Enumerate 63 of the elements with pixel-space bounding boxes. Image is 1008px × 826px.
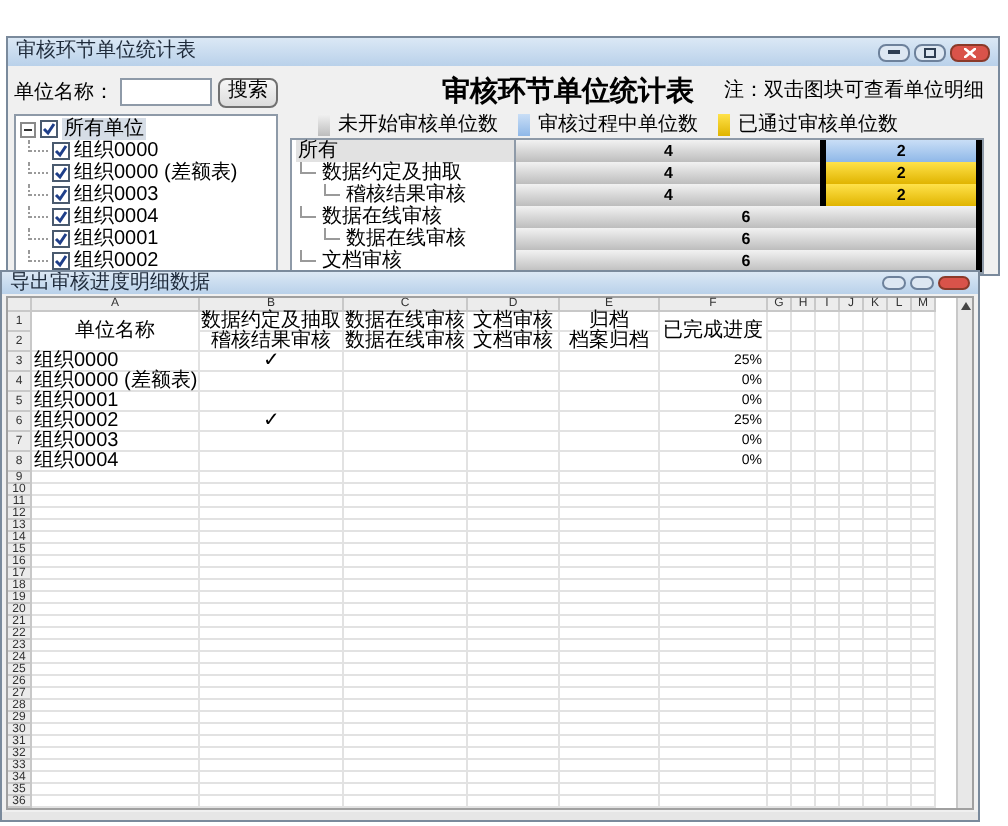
scroll-bar[interactable] <box>956 298 972 808</box>
tree-item[interactable]: 组织0000 (差额表) <box>74 162 238 184</box>
bar-segment[interactable]: 4 <box>516 162 827 184</box>
legend-label: 审核过程中单位数 <box>538 113 698 138</box>
table-cell: 组织0000 <box>32 352 200 372</box>
chart-heading: 审核环节单位统计表 <box>442 72 694 111</box>
bar-segment[interactable]: 2 <box>826 184 982 206</box>
bar-segment[interactable]: 4 <box>516 140 827 162</box>
minimize-button[interactable] <box>878 43 910 61</box>
collapse-icon[interactable] <box>20 121 36 137</box>
tree-item[interactable]: 数据在线审核 <box>344 228 468 250</box>
close-button[interactable] <box>938 276 970 290</box>
window-title: 审核环节单位统计表 <box>16 40 196 64</box>
hint-text: 注：双击图块可查看单位明细 <box>724 77 984 107</box>
search-button[interactable]: 搜索 <box>218 77 278 107</box>
bar-segment[interactable]: 6 <box>516 228 982 250</box>
tree-item[interactable]: 所有单位 <box>62 118 146 140</box>
table-cell: 稽核结果审核 <box>200 332 344 352</box>
close-button[interactable] <box>950 43 990 61</box>
table-cell: ✓ <box>200 352 344 372</box>
bar-segment[interactable]: 4 <box>516 184 827 206</box>
tree-item[interactable]: 数据在线审核 <box>320 206 444 228</box>
table-cell: 归档 <box>560 312 660 332</box>
table-cell: 文档审核 <box>468 332 560 352</box>
checkbox[interactable] <box>40 120 58 138</box>
unit-name-field[interactable] <box>120 78 212 106</box>
tree-item[interactable]: 稽核结果审核 <box>344 184 468 206</box>
checkbox[interactable] <box>52 252 70 270</box>
table-cell: 组织0004 <box>32 452 200 472</box>
table-cell: 数据在线审核 <box>344 332 468 352</box>
table-cell: 数据在线审核 <box>344 312 468 332</box>
table-cell: 已完成进度 <box>660 312 768 352</box>
tree-item[interactable]: 文档审核 <box>320 250 404 272</box>
table-cell: 档案归档 <box>560 332 660 352</box>
table-cell: 组织0002 <box>32 412 200 432</box>
bar-segment[interactable]: 6 <box>516 206 982 228</box>
table-cell: ✓ <box>200 412 344 432</box>
close-icon[interactable] <box>964 47 976 57</box>
table-cell: 文档审核 <box>468 312 560 332</box>
unit-name-label: 单位名称： <box>14 79 114 107</box>
legend-label: 未开始审核单位数 <box>338 113 498 138</box>
table-cell: 组织0001 <box>32 392 200 412</box>
tree-item[interactable]: 组织0000 <box>74 140 159 162</box>
table-cell: 组织0003 <box>32 432 200 452</box>
tree-item[interactable]: 数据约定及抽取 <box>320 162 464 184</box>
checkbox[interactable] <box>52 186 70 204</box>
tree-item[interactable]: 组织0003 <box>74 184 159 206</box>
checkbox[interactable] <box>52 230 70 248</box>
scroll-up-icon[interactable] <box>959 300 971 312</box>
checkbox[interactable] <box>52 164 70 182</box>
bar-segment[interactable]: 2 <box>826 140 982 162</box>
table-cell: 数据约定及抽取 <box>200 312 344 332</box>
table-cell: 组织0000 (差额表) <box>32 372 200 392</box>
checkbox[interactable] <box>52 142 70 160</box>
checkbox[interactable] <box>52 208 70 226</box>
maximize-button[interactable] <box>914 43 946 61</box>
bar-segment[interactable]: 6 <box>516 250 982 272</box>
tree-item[interactable]: 组织0004 <box>74 206 159 228</box>
bar-segment[interactable]: 2 <box>826 162 982 184</box>
tree-item[interactable]: 组织0002 <box>74 250 159 272</box>
tree-item[interactable]: 所有 <box>296 140 514 162</box>
legend-label: 已通过审核单位数 <box>738 113 898 138</box>
tree-item[interactable]: 组织0001 <box>74 228 159 250</box>
